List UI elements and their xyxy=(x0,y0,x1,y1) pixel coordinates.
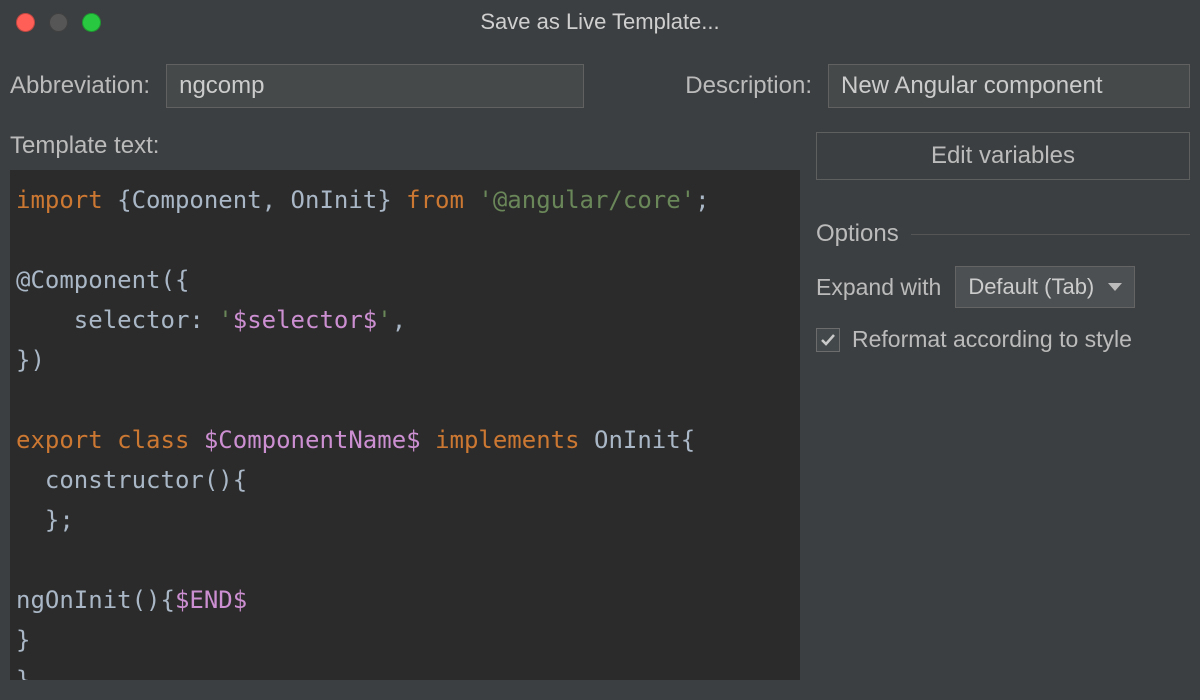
zoom-icon[interactable] xyxy=(82,13,101,32)
abbreviation-input[interactable] xyxy=(166,64,584,108)
check-icon xyxy=(819,331,837,349)
template-column: Template text: import {Component, OnInit… xyxy=(10,132,800,680)
main-row: Template text: import {Component, OnInit… xyxy=(10,132,1190,680)
description-input[interactable] xyxy=(828,64,1190,108)
edit-variables-button[interactable]: Edit variables xyxy=(816,132,1190,180)
titlebar: Save as Live Template... xyxy=(0,0,1200,44)
expand-with-value: Default (Tab) xyxy=(968,274,1094,300)
expand-with-label: Expand with xyxy=(816,274,941,301)
reformat-row: Reformat according to style xyxy=(816,326,1190,353)
divider xyxy=(911,234,1190,235)
template-text-area[interactable]: import {Component, OnInit} from '@angula… xyxy=(10,170,800,680)
options-header-label: Options xyxy=(816,220,899,248)
expand-with-row: Expand with Default (Tab) xyxy=(816,266,1190,308)
window-controls xyxy=(0,13,101,32)
top-row: Abbreviation: Description: xyxy=(10,64,1190,108)
minimize-icon xyxy=(49,13,68,32)
description-label: Description: xyxy=(685,72,812,100)
abbreviation-label: Abbreviation: xyxy=(10,72,150,100)
close-icon[interactable] xyxy=(16,13,35,32)
window-title: Save as Live Template... xyxy=(0,9,1200,35)
dialog-content: Abbreviation: Description: Template text… xyxy=(0,44,1200,680)
reformat-label: Reformat according to style xyxy=(852,326,1132,353)
options-header: Options xyxy=(816,220,1190,248)
template-text-label: Template text: xyxy=(10,132,800,160)
reformat-checkbox[interactable] xyxy=(816,328,840,352)
options-column: Edit variables Options Expand with Defau… xyxy=(816,132,1190,353)
expand-with-select[interactable]: Default (Tab) xyxy=(955,266,1135,308)
chevron-down-icon xyxy=(1108,283,1122,291)
